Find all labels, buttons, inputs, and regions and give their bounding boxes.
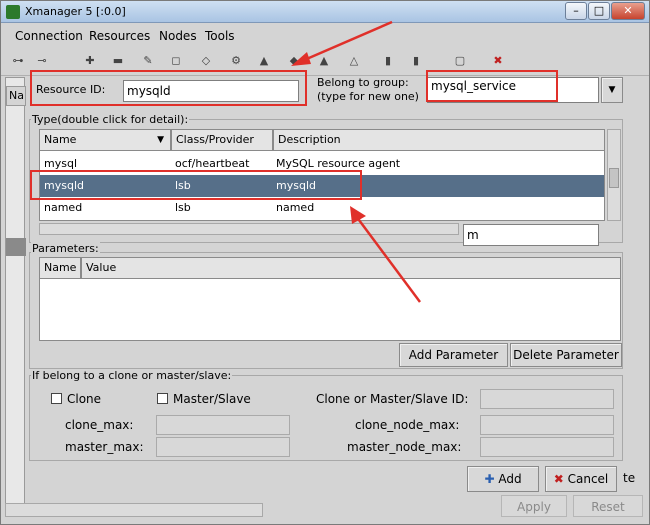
- window-title: Xmanager 5 [:0.0]: [25, 5, 126, 18]
- masterslave-checkbox[interactable]: [157, 393, 168, 404]
- connect-icon[interactable]: ⊶: [11, 54, 25, 68]
- master-node-max-input[interactable]: [480, 437, 614, 457]
- parameters-group-title: Parameters:: [31, 242, 100, 255]
- apply-button[interactable]: Apply: [501, 495, 567, 517]
- warning-icon[interactable]: △: [347, 54, 361, 68]
- col-name-header[interactable]: Name ▼: [39, 129, 171, 151]
- add-resource-dialog: Resource ID: mysqld Belong to group: (ty…: [27, 76, 635, 517]
- clone-label: Clone: [67, 392, 102, 406]
- row-name: mysqld: [44, 179, 84, 192]
- resource-id-input[interactable]: mysqld: [123, 80, 299, 102]
- settings-icon[interactable]: ◇: [199, 54, 213, 68]
- table-row[interactable]: named lsb named: [40, 197, 604, 219]
- cluster-icon[interactable]: ⚙: [229, 54, 243, 68]
- sort-arrow-icon: ▼: [157, 135, 164, 145]
- type-table-hscroll[interactable]: [39, 223, 459, 235]
- row-name: named: [44, 201, 83, 214]
- row-description: MySQL resource agent: [276, 157, 401, 170]
- group-label-line2: (type for new one): [317, 90, 419, 103]
- master-max-input[interactable]: [156, 437, 290, 457]
- reset-button[interactable]: Reset: [573, 495, 643, 517]
- row-provider: lsb: [175, 201, 191, 214]
- node-icon[interactable]: ◆: [287, 54, 301, 68]
- master-max-label: master_max:: [65, 440, 144, 454]
- delete-parameter-button[interactable]: Delete Parameter: [510, 343, 622, 367]
- add-button[interactable]: ✚ Add: [467, 466, 539, 492]
- minimize-button[interactable]: –: [565, 2, 587, 20]
- menu-bar: Connection Resources Nodes Tools: [1, 25, 649, 47]
- param-col-name-header[interactable]: Name: [39, 257, 81, 279]
- table-row[interactable]: mysql ocf/heartbeat MySQL resource agent: [40, 153, 604, 175]
- clone-node-max-label: clone_node_max:: [355, 418, 460, 432]
- row-provider: lsb: [175, 179, 191, 192]
- cleanup-icon[interactable]: ✎: [141, 54, 155, 68]
- scroll-thumb[interactable]: [609, 168, 619, 188]
- menu-resources[interactable]: Resources: [89, 29, 150, 43]
- clone-group-title: If belong to a clone or master/slave:: [31, 369, 233, 382]
- plus-icon: ✚: [484, 472, 495, 486]
- start-icon[interactable]: ▲: [317, 54, 331, 68]
- masterslave-label: Master/Slave: [173, 392, 251, 406]
- tree-selected-item[interactable]: [6, 238, 26, 256]
- remove-icon[interactable]: ▬: [111, 54, 125, 68]
- add-button-label: Add: [498, 472, 522, 486]
- col-provider-header[interactable]: Class/Provider: [171, 129, 273, 151]
- standby-icon[interactable]: ▲: [257, 54, 271, 68]
- tree-header[interactable]: Na: [6, 86, 26, 106]
- group-label-line1: Belong to group:: [317, 76, 409, 89]
- clone-max-input[interactable]: [156, 415, 290, 435]
- stop-icon[interactable]: ◻: [169, 54, 183, 68]
- clone-max-label: clone_max:: [65, 418, 134, 432]
- param-col-value-header[interactable]: Value: [81, 257, 621, 279]
- cancel-icon: ✖: [553, 472, 564, 486]
- row-name: mysql: [44, 157, 77, 170]
- group-combo-input[interactable]: mysql_service: [427, 77, 599, 103]
- table-row-selected[interactable]: mysqld lsb mysqld: [40, 175, 604, 197]
- row-description: mysqld: [276, 179, 316, 192]
- cancel-button-label: Cancel: [567, 472, 609, 486]
- clone-node-max-input[interactable]: [480, 415, 614, 435]
- menu-tools[interactable]: Tools: [205, 29, 235, 43]
- row-description: named: [276, 201, 315, 214]
- type-group-title: Type(double click for detail):: [31, 113, 190, 126]
- menu-nodes[interactable]: Nodes: [159, 29, 197, 43]
- clone-checkbox[interactable]: [51, 393, 62, 404]
- disconnect-icon[interactable]: ⊸: [35, 54, 49, 68]
- partial-button-text: te: [623, 471, 636, 485]
- add-icon[interactable]: ✚: [83, 54, 97, 68]
- exit-icon[interactable]: ✖: [491, 54, 505, 68]
- down-icon[interactable]: ▮: [409, 54, 423, 68]
- cancel-button[interactable]: ✖ Cancel: [545, 466, 617, 492]
- up-icon[interactable]: ▮: [381, 54, 395, 68]
- close-button[interactable]: ✕: [611, 2, 645, 20]
- add-parameter-button[interactable]: Add Parameter: [399, 343, 508, 367]
- type-filter-input[interactable]: m: [463, 224, 599, 246]
- col-description-header[interactable]: Description: [273, 129, 605, 151]
- app-icon: [6, 5, 20, 19]
- maximize-button[interactable]: □: [588, 2, 610, 20]
- title-bar: Xmanager 5 [:0.0] – □ ✕: [1, 1, 649, 23]
- menu-connection[interactable]: Connection: [15, 29, 83, 43]
- master-node-max-label: master_node_max:: [347, 440, 462, 454]
- resource-id-label: Resource ID:: [36, 83, 106, 96]
- type-table-vscroll[interactable]: [607, 129, 621, 221]
- resource-tree-pane[interactable]: Na: [5, 77, 26, 517]
- row-provider: ocf/heartbeat: [175, 157, 250, 170]
- doc-icon[interactable]: ▢: [453, 54, 467, 68]
- bottom-hscroll[interactable]: [5, 503, 263, 517]
- main-window: Xmanager 5 [:0.0] – □ ✕ Connection Resou…: [0, 0, 650, 525]
- toolbar: ⊶ ⊸ ✚ ▬ ✎ ◻ ◇ ⚙ ▲ ◆ ▲ △ ▮ ▮ ▢ ✖: [1, 48, 649, 76]
- clone-ms-id-input[interactable]: [480, 389, 614, 409]
- clone-ms-id-label: Clone or Master/Slave ID:: [316, 392, 469, 406]
- group-dropdown-button[interactable]: ▼: [601, 77, 623, 103]
- col-name-label: Name: [44, 133, 77, 146]
